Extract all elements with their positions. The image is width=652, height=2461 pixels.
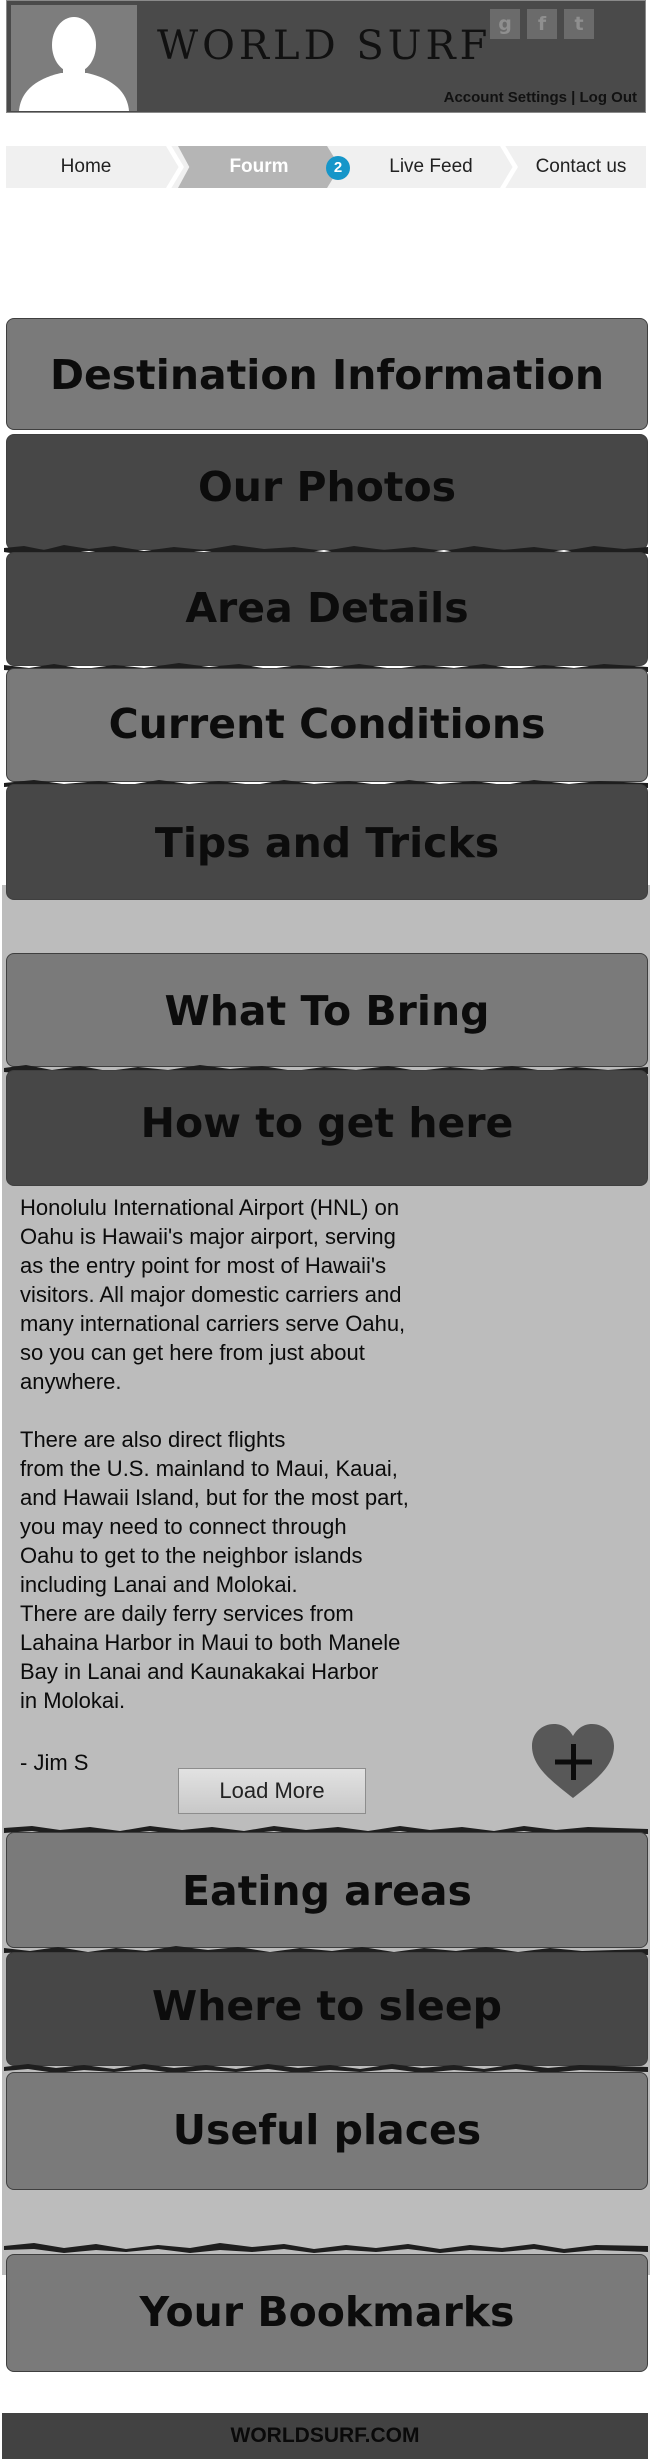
section-title: Our Photos [197, 463, 457, 511]
site-logo-text: WORLD SURF [157, 23, 492, 69]
facebook-icon[interactable]: f [527, 9, 557, 39]
section-what-to-bring[interactable]: What To Bring [6, 953, 648, 1067]
section-eating-areas[interactable]: Eating areas [6, 1832, 648, 1948]
main-nav: Home Fourm 2 Live Feed Contact us [6, 146, 646, 188]
section-title: Destination Information [49, 351, 605, 399]
section-where-to-sleep[interactable]: Where to sleep [6, 1952, 648, 2066]
section-useful-places[interactable]: Useful places [6, 2072, 648, 2190]
section-destination-information[interactable]: Destination Information [6, 318, 648, 430]
section-title: Current Conditions [108, 700, 546, 748]
footer-link[interactable]: WORLDSURF.COM [231, 2424, 420, 2447]
heart-plus-icon[interactable] [530, 1722, 616, 1802]
section-title: Tips and Tricks [154, 819, 500, 867]
nav-forum[interactable]: Fourm [178, 146, 340, 188]
notification-badge[interactable]: 2 [326, 156, 350, 180]
section-how-to-get-here[interactable]: How to get here [6, 1070, 648, 1186]
nav-live-feed[interactable]: Live Feed [366, 146, 496, 188]
section-title: Eating areas [182, 1867, 472, 1915]
section-area-details[interactable]: Area Details [6, 552, 648, 666]
twitter-icon[interactable]: t [564, 9, 594, 39]
account-links: Account Settings | Log Out [444, 89, 637, 106]
section-our-photos[interactable]: Our Photos [6, 434, 648, 550]
section-title: Useful places [172, 2106, 482, 2154]
load-more-button[interactable]: Load More [178, 1768, 366, 1814]
google-plus-icon[interactable]: g [490, 9, 520, 39]
article-body: Honolulu International Airport (HNL) on … [20, 1195, 409, 1713]
account-settings-link[interactable]: Account Settings [444, 89, 567, 106]
section-title: How to get here [140, 1099, 514, 1147]
section-current-conditions[interactable]: Current Conditions [6, 668, 648, 782]
nav-contact-us[interactable]: Contact us [516, 146, 646, 188]
user-silhouette-icon [11, 5, 137, 111]
log-out-link[interactable]: Log Out [580, 89, 637, 106]
article-author: - Jim S [20, 1750, 89, 1775]
site-footer: WORLDSURF.COM [2, 2413, 648, 2459]
section-your-bookmarks[interactable]: Your Bookmarks [6, 2254, 648, 2372]
site-header: WORLD SURF g f t Account Settings | Log … [6, 0, 646, 113]
section-title: Where to sleep [152, 1982, 502, 2030]
section-tips-and-tricks[interactable]: Tips and Tricks [6, 784, 648, 900]
nav-home[interactable]: Home [6, 146, 166, 188]
section-title: Your Bookmarks [139, 2288, 515, 2336]
link-separator: | [566, 89, 580, 106]
section-title: Area Details [185, 584, 469, 632]
nav-divider [166, 146, 184, 188]
avatar[interactable] [11, 5, 137, 111]
section-title: What To Bring [164, 987, 490, 1035]
